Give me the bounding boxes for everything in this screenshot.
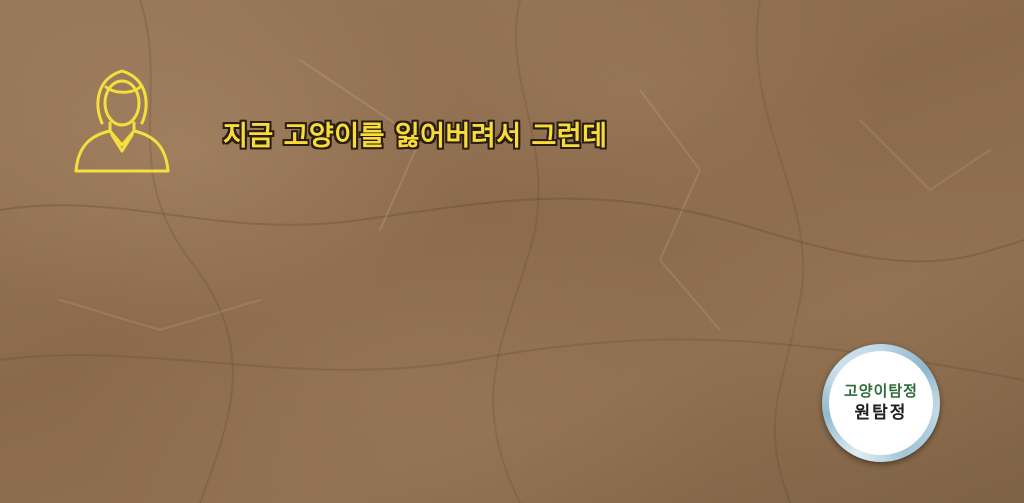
dialogue-text: 지금 고양이를 잃어버려서 그런데 xyxy=(223,121,608,152)
channel-badge-center: 고양이탐정 원탐정 xyxy=(829,351,933,455)
channel-badge: 고양이탐정 원탐정 xyxy=(822,344,940,462)
badge-title: 고양이탐정 xyxy=(843,382,918,400)
woman-avatar-icon xyxy=(74,69,170,173)
badge-name: 원탐정 xyxy=(854,403,908,423)
